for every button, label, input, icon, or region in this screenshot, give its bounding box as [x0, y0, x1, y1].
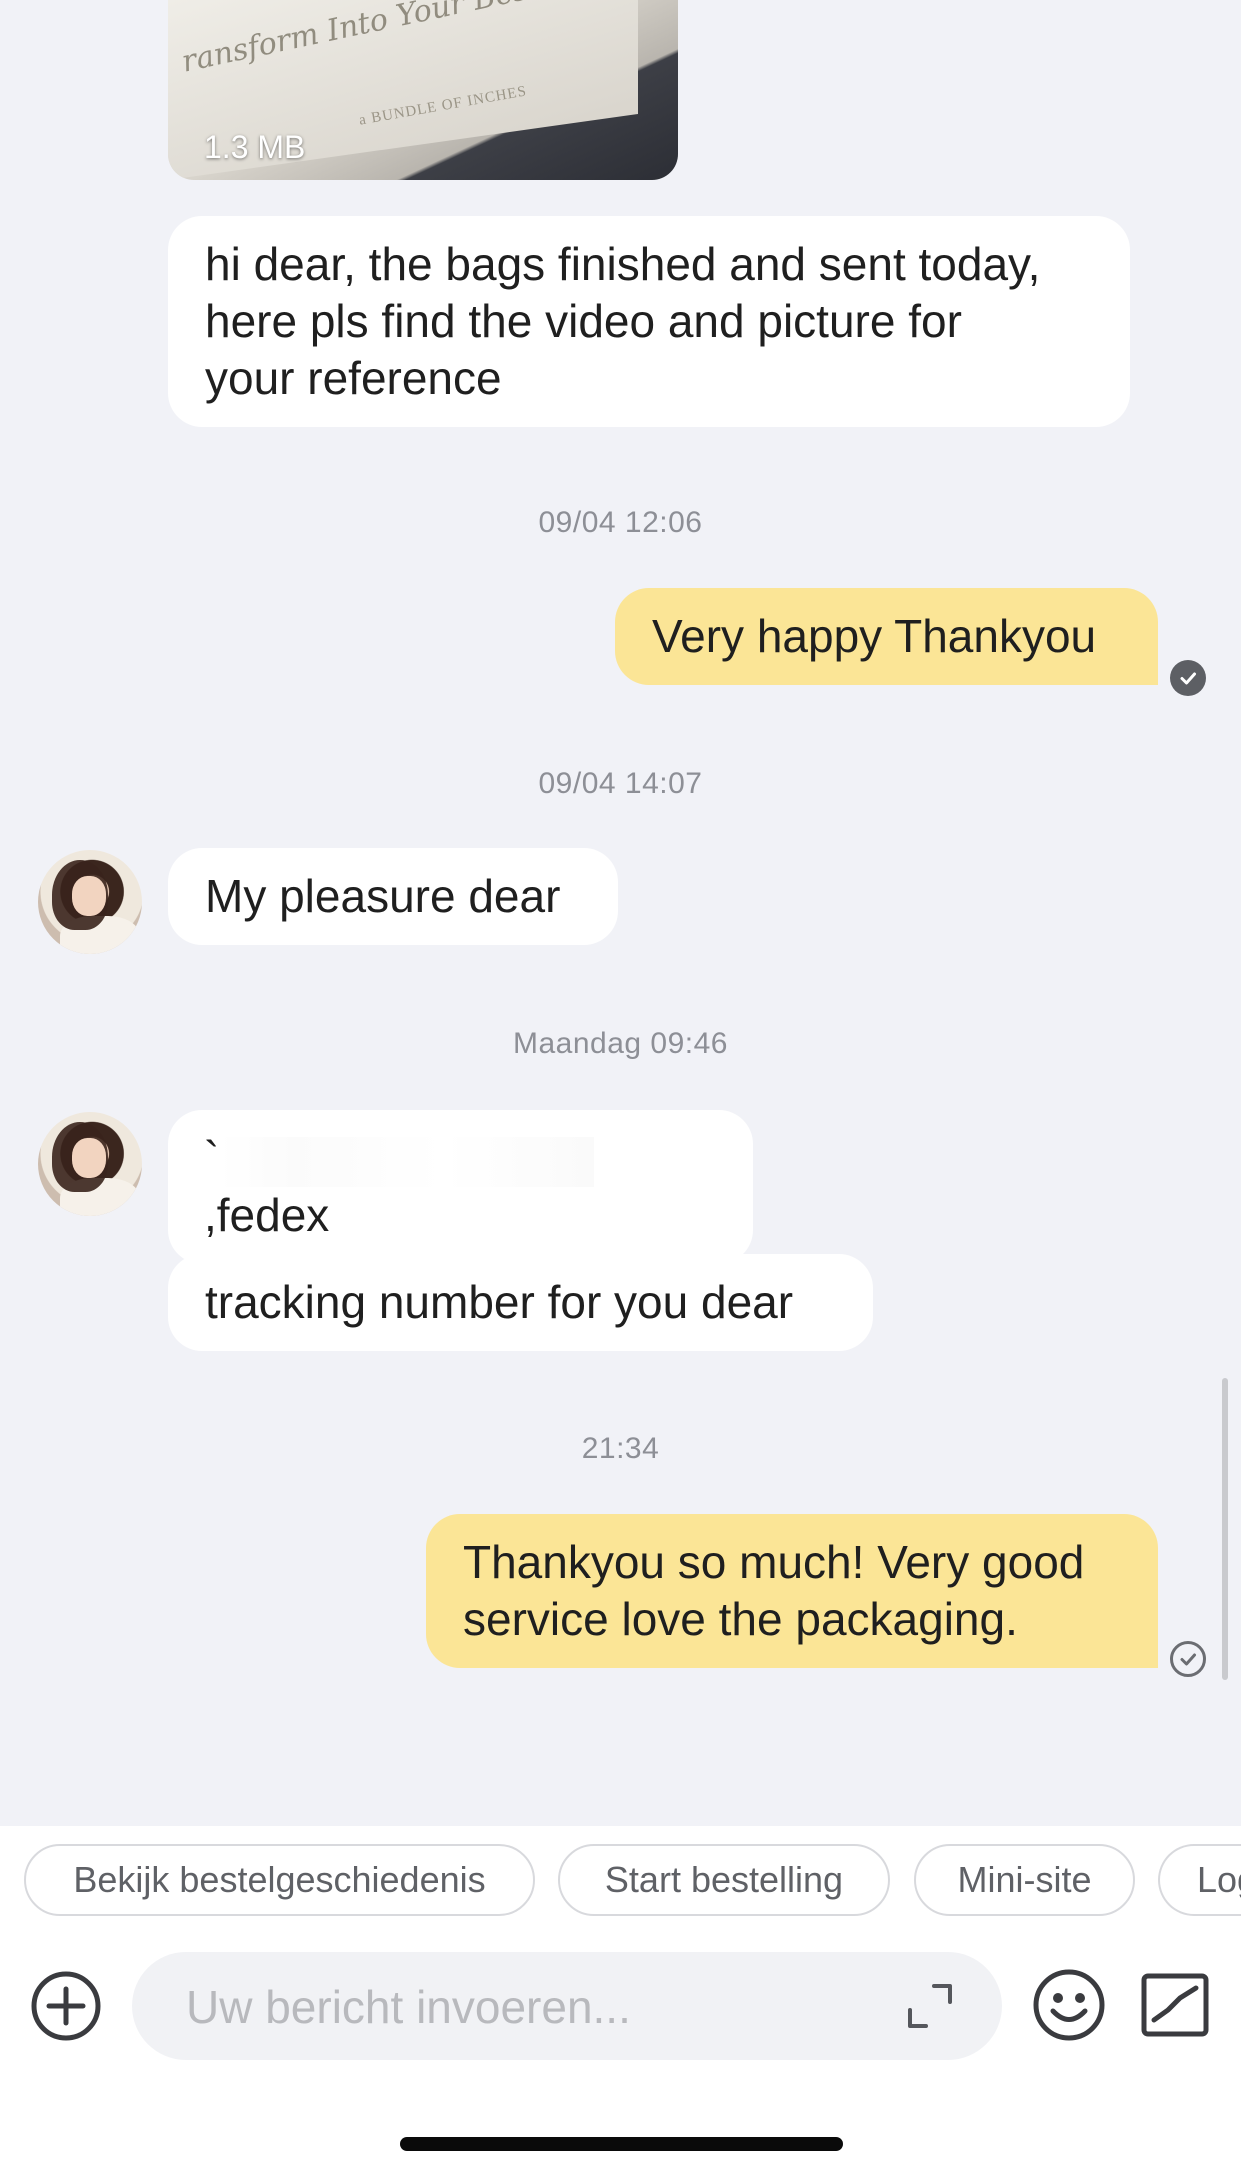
image-icon[interactable] [1140, 1972, 1210, 2038]
smiley-icon[interactable] [1032, 1968, 1106, 2042]
message-bubble-outgoing[interactable]: Thankyou so much! Very good service love… [426, 1514, 1158, 1668]
message-bubble-incoming[interactable]: My pleasure dear [168, 848, 618, 945]
message-suffix: ,fedex [204, 1189, 330, 1241]
avatar[interactable] [38, 850, 142, 954]
message-timestamp: 09/04 12:06 [538, 506, 703, 539]
message-bubble-incoming[interactable]: tracking number for you dear [168, 1254, 873, 1351]
message-timestamp: 21:34 [581, 1432, 660, 1465]
message-timestamp: 09/04 14:07 [538, 767, 703, 800]
message-bubble-incoming[interactable]: `,fedex [168, 1110, 753, 1264]
home-indicator[interactable] [400, 2137, 843, 2151]
message-timestamp: Maandag 09:46 [512, 1027, 728, 1060]
quick-reply-log[interactable]: Log [1158, 1844, 1241, 1916]
check-outline-icon [1170, 1641, 1206, 1677]
quick-reply-start-order[interactable]: Start bestelling [558, 1844, 890, 1916]
expand-icon[interactable] [904, 1980, 956, 2032]
quick-reply-order-history[interactable]: Bekijk bestelgeschiedenis [24, 1844, 535, 1916]
message-input-box[interactable] [132, 1952, 1002, 2060]
attachment-size: 1.3 MB [204, 129, 306, 165]
quick-reply-mini-site[interactable]: Mini-site [914, 1844, 1135, 1916]
video-attachment[interactable]: ransform Into Your Best S a BUNDLE OF IN… [168, 0, 678, 180]
message-bubble-outgoing[interactable]: Very happy Thankyou [615, 588, 1158, 685]
message-bubble-incoming[interactable]: hi dear, the bags finished and sent toda… [168, 216, 1130, 427]
message-input[interactable] [184, 1976, 888, 2038]
redacted-tracking-number [219, 1136, 595, 1187]
avatar[interactable] [38, 1112, 142, 1216]
message-prefix: ` [204, 1132, 220, 1184]
check-filled-icon [1170, 660, 1206, 696]
plus-circle-icon[interactable] [30, 1970, 102, 2042]
scrollbar[interactable] [1222, 1378, 1228, 1680]
chat-screen: ransform Into Your Best S a BUNDLE OF IN… [0, 0, 1241, 2179]
